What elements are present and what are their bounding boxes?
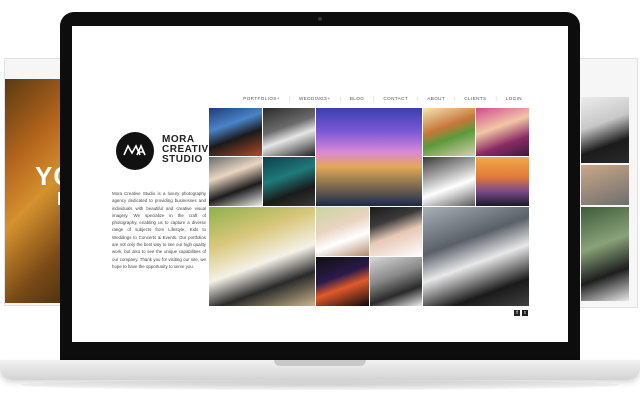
portrait-photo-tile[interactable]: [263, 157, 315, 206]
laptop-base: [0, 360, 640, 380]
portrait-photo-tile[interactable]: [209, 108, 262, 156]
nav-divider: |: [417, 96, 419, 101]
wedding-couple-photo-tile[interactable]: [209, 207, 315, 306]
basketball-photo-tile[interactable]: [316, 257, 369, 306]
wedding-photo-tile[interactable]: [423, 157, 475, 206]
nav-blog[interactable]: BLOG: [350, 96, 364, 101]
background-slide-right: [570, 58, 638, 308]
nav-contact[interactable]: CONTACT: [383, 96, 408, 101]
showcase: YO I' PORTFOLIOS+ | WEDDINGS+ | BLOG | C…: [0, 0, 640, 400]
bride-photo-tile[interactable]: [316, 207, 369, 256]
couple-photo-tile[interactable]: [370, 207, 422, 256]
nav-divider: |: [288, 96, 291, 101]
nav-divider: |: [339, 96, 341, 101]
nav-login[interactable]: LOGIN: [506, 96, 522, 101]
about-paragraph: Mora Creative Studio is a luxury photogr…: [112, 191, 206, 269]
brand-line: STUDIO: [162, 154, 203, 165]
main-nav: PORTFOLIOS+ | WEDDINGS+ | BLOG | CONTACT…: [243, 96, 522, 101]
nav-divider: |: [373, 96, 375, 101]
mora-monogram-icon: [123, 144, 146, 156]
couple-photo: [581, 207, 629, 301]
laptop-shadow: [20, 380, 620, 390]
food-photo-tile[interactable]: [423, 108, 475, 156]
nav-divider: |: [454, 96, 456, 101]
logo-mark[interactable]: [116, 132, 154, 170]
athlete-photo-tile[interactable]: [423, 207, 529, 306]
nav-weddings[interactable]: WEDDINGS+: [299, 96, 331, 101]
couple-photo-tile[interactable]: [209, 157, 262, 206]
photo-grid: [209, 108, 529, 306]
portrait-photo-tile[interactable]: [476, 108, 529, 156]
nav-portfolios[interactable]: PORTFOLIOS+: [243, 96, 280, 101]
portrait-photo-tile[interactable]: [263, 108, 315, 156]
twitter-icon[interactable]: t: [522, 310, 528, 316]
nav-about[interactable]: ABOUT: [427, 96, 445, 101]
detail-photo: [581, 165, 629, 205]
las-vegas-photo-tile[interactable]: [316, 108, 422, 206]
groom-photo: [581, 97, 629, 163]
facebook-icon[interactable]: f: [514, 310, 520, 316]
brand-name[interactable]: MORA CREATIVE STUDIO: [162, 135, 216, 165]
portrait-photo-tile[interactable]: [370, 257, 422, 306]
nav-clients[interactable]: CLIENTS: [464, 96, 486, 101]
sunset-couple-photo-tile[interactable]: [476, 157, 529, 206]
laptop-notch: [274, 360, 366, 366]
nav-divider: |: [495, 96, 497, 101]
webcam: [318, 17, 322, 21]
website-screen: PORTFOLIOS+ | WEDDINGS+ | BLOG | CONTACT…: [72, 26, 568, 342]
social-links: f t: [514, 310, 528, 316]
